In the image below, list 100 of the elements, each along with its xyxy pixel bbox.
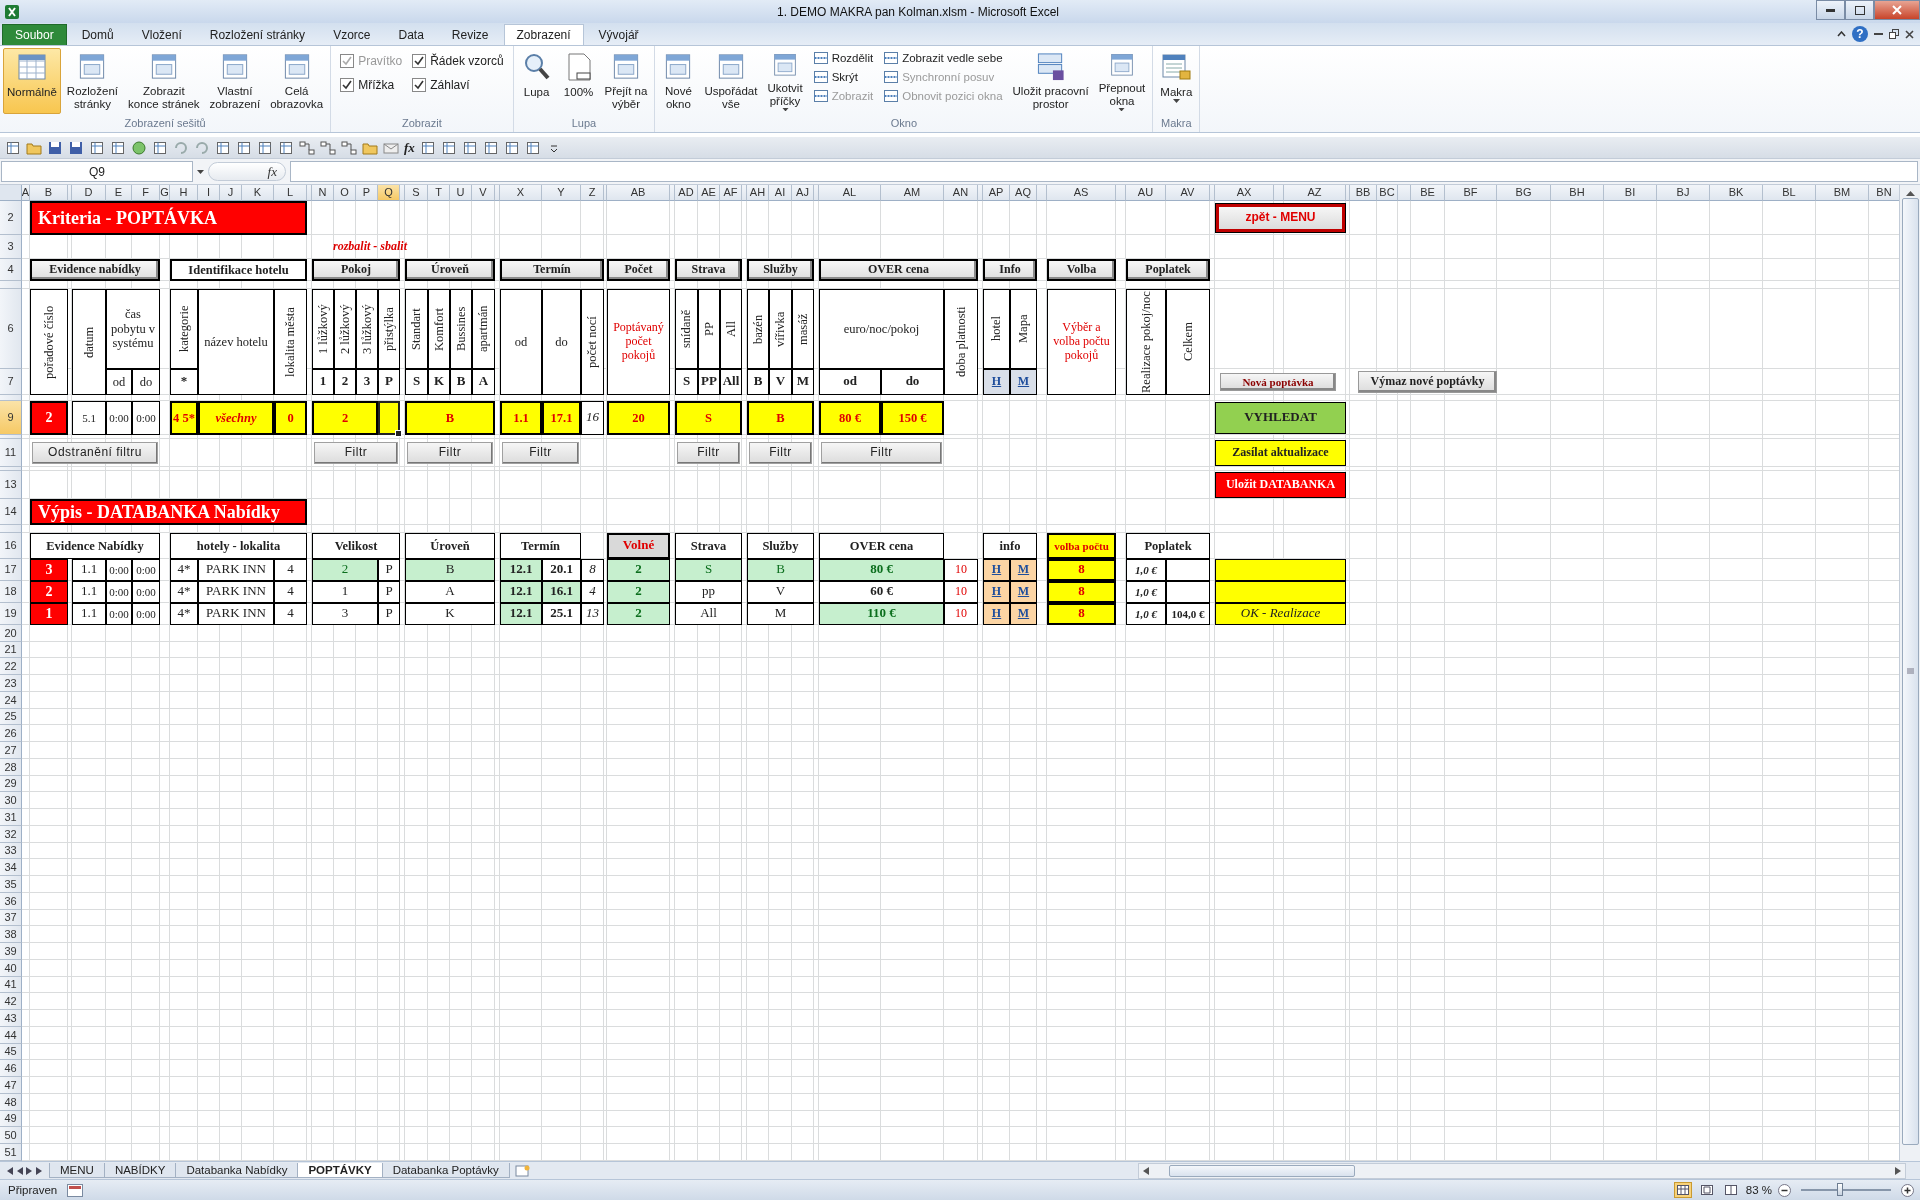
ribbon-button[interactable]: Rozdělit [812, 49, 874, 66]
criteria-field[interactable]: všechny [198, 400, 274, 435]
row-header[interactable]: 11 [0, 438, 22, 467]
row-header[interactable]: 51 [0, 1144, 22, 1161]
search-button[interactable]: VYHLEDAT [1215, 401, 1346, 434]
section-button[interactable]: Pokoj [312, 258, 400, 281]
row-header[interactable]: 7 [0, 368, 22, 395]
ribbon-tab[interactable]: Vložení [128, 23, 195, 45]
row-header[interactable]: 2 [0, 200, 22, 235]
row-header[interactable]: 39 [0, 943, 22, 960]
section-button[interactable]: Volba [1047, 258, 1116, 281]
section-button[interactable]: OVER cena [819, 258, 978, 281]
save-button[interactable]: Uložit DATABANKA [1215, 471, 1346, 498]
menu-button[interactable]: zpět - MENU [1216, 203, 1345, 232]
ribbon-tab[interactable]: Soubor [2, 23, 67, 45]
criteria-field[interactable]: 4 5* [170, 400, 198, 435]
ribbon-tab[interactable]: Rozložení stránky [196, 23, 319, 45]
row-header[interactable]: 14 [0, 498, 22, 525]
insert-function-button[interactable]: fx [404, 139, 415, 156]
row-header[interactable]: 6 [0, 288, 22, 369]
ribbon-button[interactable]: Makra [1156, 47, 1197, 114]
ribbon-tab[interactable]: Revize [438, 23, 502, 45]
ribbon-button[interactable]: Celá obrazovka [266, 47, 328, 114]
ribbon-tab[interactable]: Vývojář [585, 23, 652, 45]
ribbon-button[interactable]: Rozložení stránky [62, 47, 122, 114]
help-button[interactable]: ? [1852, 26, 1868, 43]
insert-function-button[interactable]: fx [267, 163, 277, 180]
section-button[interactable]: Termín [500, 258, 604, 281]
ribbon-button[interactable]: Skrýt [812, 68, 874, 85]
filter-button[interactable]: Odstranění filtru [32, 441, 158, 464]
row-header[interactable]: 16 [0, 532, 22, 559]
hyperlink-cell[interactable]: H [983, 558, 1010, 581]
name-box[interactable]: Q9 [1, 161, 193, 183]
hyperlink-cell[interactable]: M [1010, 368, 1037, 395]
row-header[interactable]: 19 [0, 602, 22, 625]
ribbon-button[interactable]: Zobrazit konce stránek [124, 47, 204, 114]
ribbon-tab[interactable]: Vzorce [320, 23, 384, 45]
new-request-button[interactable]: Nová poptávka [1220, 372, 1336, 391]
row-header[interactable]: 18 [0, 580, 22, 603]
row-header[interactable]: 38 [0, 926, 22, 944]
sheet-tab[interactable]: NABÍDKY [103, 1163, 177, 1179]
criteria-field[interactable]: 2 [30, 400, 68, 435]
sheet-tab[interactable]: Databanka Poptávky [381, 1163, 510, 1179]
ribbon-button[interactable]: Uspořádat vše [700, 47, 762, 114]
section-button[interactable]: Strava [675, 258, 742, 281]
section-button[interactable]: Evidence nabídky [30, 258, 160, 281]
clear-button[interactable]: Výmaz nové poptávky [1358, 370, 1497, 393]
row-header[interactable]: 50 [0, 1127, 22, 1145]
filter-button[interactable]: Filtr [407, 441, 493, 464]
row-header[interactable]: 46 [0, 1060, 22, 1078]
section-button[interactable]: Poplatek [1126, 258, 1210, 281]
criteria-field[interactable]: 80 € [819, 400, 881, 435]
ribbon-tab[interactable]: Zobrazení [503, 23, 584, 45]
row-header[interactable]: 23 [0, 675, 22, 692]
row-header[interactable]: 13 [0, 470, 22, 499]
row-header[interactable]: 42 [0, 993, 22, 1011]
hyperlink-cell[interactable]: H [983, 368, 1010, 395]
filter-button[interactable]: Filtr [749, 441, 812, 464]
row-header[interactable]: 27 [0, 742, 22, 759]
row-header[interactable]: 26 [0, 725, 22, 743]
ribbon-button[interactable]: Uložit pracovní prostor [1008, 47, 1093, 114]
criteria-field[interactable]: 150 € [881, 400, 944, 435]
hyperlink-cell[interactable]: M [1010, 558, 1037, 581]
row-header[interactable]: 43 [0, 1010, 22, 1027]
toggle-link[interactable]: rozbalit - sbalit [312, 234, 428, 259]
row-header[interactable]: 9 [0, 400, 22, 435]
row-header[interactable]: 30 [0, 792, 22, 810]
hyperlink-cell[interactable]: H [983, 602, 1010, 625]
section-button[interactable]: Počet [607, 258, 670, 281]
ribbon-button[interactable]: Přejít na výběr [600, 47, 652, 114]
ribbon-button[interactable]: Vlastní zobrazení [205, 47, 265, 114]
filter-button[interactable]: Filtr [677, 441, 740, 464]
section-button[interactable]: Služby [747, 258, 814, 281]
criteria-field[interactable]: 20 [607, 400, 670, 435]
criteria-field[interactable]: B [405, 400, 495, 435]
filter-button[interactable]: Filtr [821, 441, 942, 464]
ribbon-button[interactable]: Zobrazit vedle sebe [883, 49, 1003, 66]
hyperlink-cell[interactable]: H [983, 580, 1010, 603]
ribbon-button[interactable]: Lupa [516, 47, 557, 114]
criteria-field[interactable]: 2 [312, 400, 378, 435]
ribbon-tab[interactable]: Data [385, 23, 437, 45]
row-header[interactable]: 3 [0, 234, 22, 259]
ribbon-tab[interactable]: Domů [68, 23, 127, 45]
ribbon-button[interactable]: Přepnout okna [1094, 47, 1150, 114]
row-header[interactable]: 34 [0, 859, 22, 877]
ribbon-button[interactable]: 100% [558, 47, 599, 114]
row-header[interactable]: 17 [0, 558, 22, 581]
criteria-field[interactable]: 0 [274, 400, 307, 435]
row-header[interactable]: 31 [0, 809, 22, 826]
sheet-tab[interactable]: Databanka Nabídky [175, 1163, 299, 1179]
filter-button[interactable]: Filtr [314, 441, 398, 464]
hyperlink-cell[interactable]: M [1010, 602, 1037, 625]
criteria-field[interactable]: S [675, 400, 742, 435]
criteria-field[interactable]: 17.1 [542, 400, 581, 435]
ribbon-button[interactable]: Normálně [3, 47, 61, 114]
section-button[interactable]: Info [983, 258, 1037, 281]
ribbon-button[interactable]: Ukotvit příčky [763, 47, 807, 114]
filter-button[interactable]: Filtr [502, 441, 579, 464]
row-header[interactable]: 22 [0, 658, 22, 676]
row-header[interactable]: 4 [0, 258, 22, 281]
